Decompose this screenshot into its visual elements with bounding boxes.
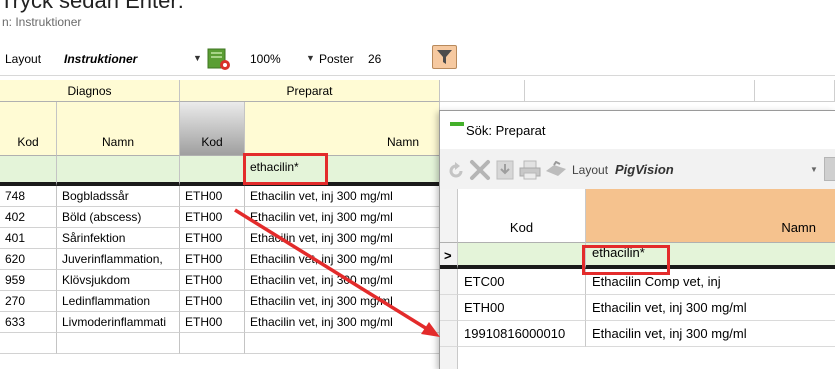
row-cell-kod: 402 (0, 207, 57, 228)
dialog-title: Sök: Preparat (466, 123, 546, 138)
dialog-toolbar: Layout PigVision ▼ (440, 149, 835, 189)
print-icon[interactable] (519, 160, 541, 180)
row-header-cell (440, 269, 458, 295)
row-cell-namn: Juverinflammation, (57, 249, 180, 270)
filter-cell-diagnos-namn[interactable] (57, 156, 180, 186)
row-cell-preparat-kod: ETH00 (180, 207, 245, 228)
column-header-label: Namn (386, 135, 419, 149)
dialog-row-cell-kod: ETH00 (458, 295, 586, 321)
row-cell-preparat-namn: Ethacilin vet, inj 300 mg/ml (245, 228, 440, 249)
row-header-cell (440, 295, 458, 321)
poster-label: Poster (319, 52, 354, 66)
row-cell-preparat-kod: ETH00 (180, 228, 245, 249)
row-cell-preparat-kod: ETH00 (180, 291, 245, 312)
layout-tools-icon[interactable] (544, 161, 568, 179)
row-cell-kod: 633 (0, 312, 57, 333)
main-toolbar: Layout Instruktioner ▼ 100% ▼ Poster 26 (0, 40, 835, 76)
poster-count: 26 (368, 52, 382, 66)
row-cell-kod: 620 (0, 249, 57, 270)
empty-header-cell (525, 80, 755, 102)
column-header-preparat-namn[interactable]: Namn (245, 102, 440, 156)
row-cell-preparat-namn: Ethacilin vet, inj 300 mg/ml (245, 312, 440, 333)
row-cell-namn: Böld (abscess) (57, 207, 180, 228)
row-cell-preparat-namn: Ethacilin vet, inj 300 mg/ml (245, 291, 440, 312)
current-row-indicator: > (440, 243, 458, 269)
dialog-column-header-namn[interactable]: Namn (586, 189, 835, 243)
zoom-dropdown-icon[interactable]: ▼ (306, 53, 315, 63)
row-header-corner (440, 189, 458, 243)
row-cell-kod: 401 (0, 228, 57, 249)
window-icon (450, 122, 464, 126)
import-icon[interactable] (495, 159, 515, 181)
window-subtitle: n: Instruktioner (2, 15, 82, 29)
dialog-row-cell-kod: 19910816000010 (458, 321, 586, 347)
group-header-preparat: Preparat (180, 80, 440, 102)
page-title-text: Tryck sedan Enter: (0, 0, 184, 13)
column-header-label: Kod (17, 135, 39, 149)
dialog-titlebar: Sök: Preparat (440, 111, 835, 149)
dialog-layout-select[interactable]: PigVision (615, 162, 674, 177)
column-header-preparat-kod[interactable]: Kod (180, 102, 245, 156)
row-cell-kod (0, 333, 57, 354)
column-header-label: Namn (101, 135, 134, 149)
refresh-icon[interactable] (446, 161, 466, 181)
row-header-cell (440, 321, 458, 347)
dialog-layout-label: Layout (572, 163, 609, 177)
empty-header-cell (440, 80, 525, 102)
row-cell-preparat-namn: Ethacilin vet, inj 300 mg/ml (245, 249, 440, 270)
dialog-row-cell-namn: Ethacilin Comp vet, inj (586, 269, 835, 295)
row-cell-namn: Ledinflammation (57, 291, 180, 312)
dialog-layout-dropdown-icon[interactable]: ▼ (810, 165, 818, 174)
dialog-row-cell-namn: Ethacilin vet, inj 300 mg/ml (586, 321, 835, 347)
dialog-column-header-kod[interactable]: Kod (458, 189, 586, 243)
filter-button[interactable] (432, 45, 457, 69)
row-cell-preparat-kod: ETH00 (180, 312, 245, 333)
dialog-row-cell-kod: ETC00 (458, 269, 586, 295)
row-cell-namn (57, 333, 180, 354)
search-dialog: Sök: Preparat Layout PigVision ▼ Kod Nam… (439, 110, 835, 369)
row-cell-preparat-kod: ETH00 (180, 249, 245, 270)
filter-cell-preparat-kod[interactable] (180, 156, 245, 186)
row-cell-preparat-namn (245, 333, 440, 354)
zoom-value[interactable]: 100% (250, 52, 281, 66)
column-header-diagnos-namn[interactable]: Namn (57, 102, 180, 156)
layout-dropdown-icon[interactable]: ▼ (193, 53, 202, 63)
column-header-label: Kod (201, 135, 223, 149)
row-header-cell (440, 347, 458, 369)
row-cell-kod: 270 (0, 291, 57, 312)
empty-header-cell (755, 80, 835, 102)
row-cell-preparat-namn: Ethacilin vet, inj 300 mg/ml (245, 186, 440, 207)
dialog-results-grid: Kod Namn > ethacilin* ETC00 Ethacilin Co… (440, 189, 835, 369)
row-cell-namn: Klövsjukdom (57, 270, 180, 291)
row-cell-preparat-kod: ETH00 (180, 270, 245, 291)
filter-icon (437, 50, 452, 64)
row-cell-preparat-kod: ETH00 (180, 186, 245, 207)
row-cell-preparat-namn: Ethacilin vet, inj 300 mg/ml (245, 270, 440, 291)
row-cell-preparat-namn: Ethacilin vet, inj 300 mg/ml (245, 207, 440, 228)
row-cell-namn: Sårinfektion (57, 228, 180, 249)
row-cell-namn: Bogbladssår (57, 186, 180, 207)
column-header-diagnos-kod[interactable]: Kod (0, 102, 57, 156)
dialog-filter-cell-kod[interactable] (458, 243, 586, 269)
dialog-row-cell-namn: Ethacilin vet, inj 300 mg/ml (586, 295, 835, 321)
delete-icon[interactable] (469, 159, 491, 181)
filter-cell-diagnos-kod[interactable] (0, 156, 57, 186)
row-cell-preparat-kod (180, 333, 245, 354)
layout-label: Layout (5, 52, 42, 66)
layout-settings-icon[interactable] (206, 46, 232, 72)
row-cell-kod: 959 (0, 270, 57, 291)
row-cell-kod: 748 (0, 186, 57, 207)
dialog-settings-icon[interactable] (824, 157, 835, 181)
filter-input-preparat-namn[interactable]: ethacilin* (245, 156, 440, 186)
layout-select[interactable]: Instruktioner (64, 52, 137, 66)
group-header-diagnos: Diagnos (0, 80, 180, 102)
dialog-filter-input-namn[interactable]: ethacilin* (586, 243, 835, 269)
row-cell-namn: Livmoderinflammati (57, 312, 180, 333)
